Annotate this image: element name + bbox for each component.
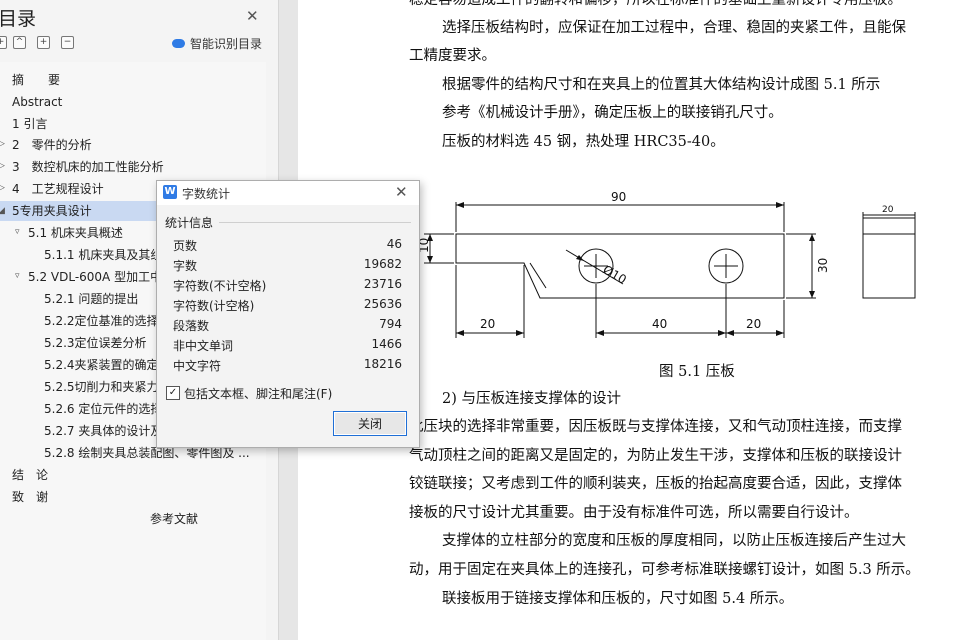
toc-item-abstract[interactable]: Abstract [12, 92, 62, 112]
toc-item-thanks[interactable]: 致 谢 [12, 487, 48, 507]
toc-item-5-2-7[interactable]: 5.2.7 夹具体的设计及 [44, 421, 162, 441]
toc-item-5-2-2[interactable]: 5.2.2定位基准的选择 [44, 311, 159, 331]
stat-label-chars-no-space: 字符数(不计空格) [173, 279, 267, 293]
figure-caption: 图 5.1 压板 [659, 364, 735, 380]
toc-item-intro[interactable]: 1 引言 [12, 114, 47, 134]
stat-value-chars-space: 25636 [363, 297, 402, 311]
nav-title: 目录 [0, 8, 37, 30]
dim-label: 20 [882, 205, 894, 215]
toc-item-abstract-cn[interactable]: 摘 要 [12, 70, 60, 90]
doc-line: 接板的尺寸设计尤其重要。由于没有标准件可选，所以需要自行设计。 [409, 505, 859, 521]
toc-item-5-2-3[interactable]: 5.2.3定位误差分析 [44, 333, 147, 353]
wps-logo-icon: W [163, 185, 177, 199]
smart-toc-button[interactable]: 智能识别目录 [172, 35, 262, 52]
toc-item-conclusion[interactable]: 结 论 [12, 465, 48, 485]
expand-icon[interactable]: + [0, 36, 7, 49]
toc-item-5-2-6[interactable]: 5.2.6 定位元件的选择 [44, 399, 162, 419]
close-button[interactable]: 关闭 [333, 411, 407, 436]
dialog-title: 字数统计 [182, 187, 231, 201]
chevron-down-icon[interactable]: ◢ [0, 201, 5, 221]
dim-label: 20 [746, 317, 761, 331]
doc-line: 此压块的选择非常重要，因压板既与支撑体连接，又和气动顶柱连接，而支撑 [409, 419, 902, 435]
doc-line: 气动顶柱之间的距离又是固定的，为防止发生干涉，支撑体和压板的联接设计 [409, 448, 902, 464]
doc-line: 2) 与压板连接支撑体的设计 [442, 391, 621, 407]
toc-item-5-2-4[interactable]: 5.2.4夹紧装置的确定 [44, 355, 159, 375]
toc-item-fixture-label: 5专用夹具设计 [12, 204, 92, 218]
cloud-icon [172, 39, 185, 48]
toc-item-cnc-analysis[interactable]: 3 数控机床的加工性能分析 [12, 157, 164, 177]
include-textbox-label[interactable]: 包括文本框、脚注和尾注(F) [184, 385, 332, 402]
doc-line: 根据零件的结构尺寸和在夹具上的位置其大体结构设计成图 5.1 所示 [442, 77, 881, 93]
chevron-right-icon[interactable]: ▷ [0, 183, 5, 193]
stat-label-chinese-chars: 中文字符 [173, 359, 222, 373]
doc-line: 动，用于固定在夹具体上的连接孔，可参考标准联接螺钉设计，如图 5.3 所示。 [409, 562, 920, 578]
doc-line: 压板的材料选 45 钢，热处理 HRC35-40。 [442, 134, 725, 150]
stat-label-chars-space: 字符数(计空格) [173, 299, 255, 313]
stat-value-words: 19682 [363, 257, 402, 271]
dim-label: 30 [816, 258, 830, 273]
dim-label: 90 [611, 190, 626, 204]
doc-line: 选择压板结构时，应保证在加工过程中，合理、稳固的夹紧工件，且能保 [442, 20, 906, 36]
chevron-right-icon[interactable]: ▷ [0, 161, 5, 171]
toc-item-part-analysis[interactable]: 2 零件的分析 [12, 135, 92, 155]
stat-value-paragraphs: 794 [379, 317, 402, 331]
chevron-right-icon[interactable]: ▷ [0, 139, 5, 149]
chevron-down-icon[interactable]: ▿ [15, 227, 20, 237]
stat-value-chinese-chars: 18216 [363, 357, 402, 371]
clamp-plate-drawing: 90 10 30 20 40 20 Ø10 20 [417, 190, 916, 338]
doc-line: 工精度要求。 [409, 48, 496, 64]
stat-value-pages: 46 [386, 237, 402, 251]
word-count-dialog: W 字数统计 ✕ 统计信息 页数 46 字数 19682 字符数(不计空格) 2… [156, 180, 420, 448]
toc-item-5-2[interactable]: 5.2 VDL-600A 型加工中 [28, 267, 162, 287]
dim-label: Ø10 [601, 262, 629, 286]
toc-item-references[interactable]: 参考文献 [150, 509, 198, 529]
expand-all-icon[interactable]: + [37, 36, 50, 49]
stat-label-non-chinese-words: 非中文单词 [173, 339, 234, 353]
stat-label-words: 字数 [173, 259, 198, 273]
doc-line: 参考《机械设计手册》，确定压板上的联接销孔尺寸。 [442, 105, 783, 121]
include-textbox-checkbox[interactable]: ✓ [166, 386, 180, 400]
dim-label: 20 [480, 317, 495, 331]
stat-label-pages: 页数 [173, 239, 198, 253]
stat-value-chars-no-space: 23716 [363, 277, 402, 291]
close-icon[interactable]: ✕ [395, 183, 408, 201]
collapse-up-icon[interactable]: ^ [13, 36, 26, 49]
dialog-titlebar[interactable]: W 字数统计 ✕ [157, 181, 419, 205]
collapse-all-icon[interactable]: − [61, 36, 74, 49]
doc-line: 稳定容易造成工件的翻转和偏移，所以在标准件的基础上重新设计专用压板。 [409, 0, 902, 8]
toc-item-5-1-1[interactable]: 5.1.1 机床夹具及其组 [44, 245, 162, 265]
stats-section-title: 统计信息 [165, 216, 214, 230]
toc-item-5-2-5[interactable]: 5.2.5切削力和夹紧力 [44, 377, 159, 397]
doc-line: 铰链联接；又考虑到工件的顺利装夹，压板的抬起高度要合适，因此，支撑体 [409, 476, 902, 492]
nav-close-icon[interactable]: ✕ [246, 7, 259, 25]
chevron-down-icon[interactable]: ▿ [15, 271, 20, 281]
stat-value-non-chinese-words: 1466 [371, 337, 402, 351]
dim-label: 40 [652, 317, 667, 331]
toc-item-5-1[interactable]: 5.1 机床夹具概述 [28, 223, 123, 243]
divider [219, 222, 411, 223]
doc-line: 联接板用于链接支撑体和压板的，尺寸如图 5.4 所示。 [442, 591, 794, 607]
toc-item-process-design[interactable]: 4 工艺规程设计 [12, 179, 104, 199]
toc-item-5-2-1[interactable]: 5.2.1 问题的提出 [44, 289, 138, 309]
stat-label-paragraphs: 段落数 [173, 319, 210, 333]
smart-toc-label: 智能识别目录 [190, 37, 263, 51]
doc-line: 支撑体的立柱部分的宽度和压板的厚度相同，以防止压板连接后产生过大 [442, 533, 906, 549]
